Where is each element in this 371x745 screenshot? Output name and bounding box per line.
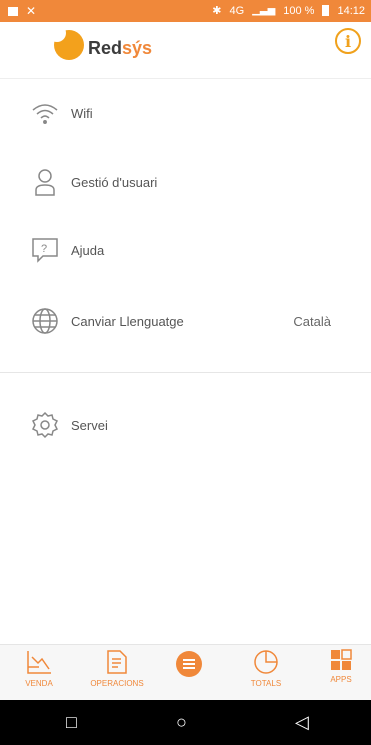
app-header: Redsýs i bbox=[0, 22, 371, 79]
bluetooth-icon: ✱ bbox=[212, 5, 222, 17]
home-icon[interactable]: ○ bbox=[176, 712, 187, 733]
settings-icon bbox=[30, 410, 60, 440]
recent-apps-icon[interactable]: □ bbox=[66, 712, 77, 733]
system-nav-bar: □ ○ ◁ bbox=[0, 700, 371, 745]
svg-text:?: ? bbox=[41, 243, 47, 255]
language-value: Català bbox=[293, 313, 331, 329]
clock: 14:12 bbox=[337, 4, 365, 17]
nav-label-apps: APPS bbox=[330, 675, 352, 684]
nav-label-operations: OPERACIONS bbox=[90, 679, 144, 688]
menu-item-wifi[interactable]: Wifi bbox=[0, 88, 371, 138]
menu-item-language[interactable]: Canviar Llenguatge Català bbox=[0, 296, 371, 346]
menu-item-service[interactable]: Servei bbox=[0, 400, 371, 450]
user-icon bbox=[30, 167, 60, 197]
totals-icon bbox=[254, 650, 278, 674]
menu-label-help: Ajuda bbox=[71, 242, 105, 258]
close-icon: ✕ bbox=[26, 4, 37, 18]
battery-label: 100 % bbox=[283, 4, 315, 17]
redsys-logo: Redsýs bbox=[48, 24, 153, 60]
signal-icon: ▁▃▅ bbox=[252, 5, 276, 16]
help-icon: ? bbox=[30, 235, 60, 265]
image-icon bbox=[8, 6, 18, 16]
menu-label-wifi: Wifi bbox=[71, 105, 93, 121]
status-bar: ✕ ✱ 4G ▁▃▅ 100 % 14:12 bbox=[0, 0, 371, 22]
sale-icon bbox=[27, 651, 51, 674]
menu-label-user-management: Gestió d'usuari bbox=[71, 174, 158, 190]
menu-label-service: Servei bbox=[71, 417, 108, 433]
nav-item-sale[interactable]: VENDA bbox=[20, 649, 58, 699]
nav-label-sale: VENDA bbox=[25, 679, 53, 688]
wifi-icon bbox=[30, 98, 60, 128]
apps-icon bbox=[331, 649, 352, 670]
nav-item-apps[interactable]: APPS bbox=[326, 649, 356, 699]
logo-mark-icon bbox=[48, 24, 84, 60]
battery-icon bbox=[322, 5, 330, 16]
operations-icon bbox=[107, 650, 127, 674]
nav-item-operations[interactable]: OPERACIONS bbox=[82, 649, 152, 699]
network-label: 4G bbox=[229, 4, 245, 17]
menu-icon[interactable] bbox=[176, 651, 202, 677]
menu-item-help[interactable]: ? Ajuda bbox=[0, 225, 371, 275]
globe-icon bbox=[30, 306, 60, 336]
menu-item-user-management[interactable]: Gestió d'usuari bbox=[0, 157, 371, 207]
menu-label-language: Canviar Llenguatge bbox=[71, 313, 184, 329]
section-divider bbox=[0, 372, 371, 373]
back-icon[interactable]: ◁ bbox=[295, 712, 309, 733]
nav-label-totals: TOTALS bbox=[250, 679, 282, 688]
bottom-nav: VENDA OPERACIONS TOTALS APPS bbox=[0, 644, 371, 701]
info-icon[interactable]: i bbox=[335, 28, 361, 54]
logo-text: Redsýs bbox=[88, 37, 153, 58]
nav-item-totals[interactable]: TOTALS bbox=[244, 649, 288, 699]
